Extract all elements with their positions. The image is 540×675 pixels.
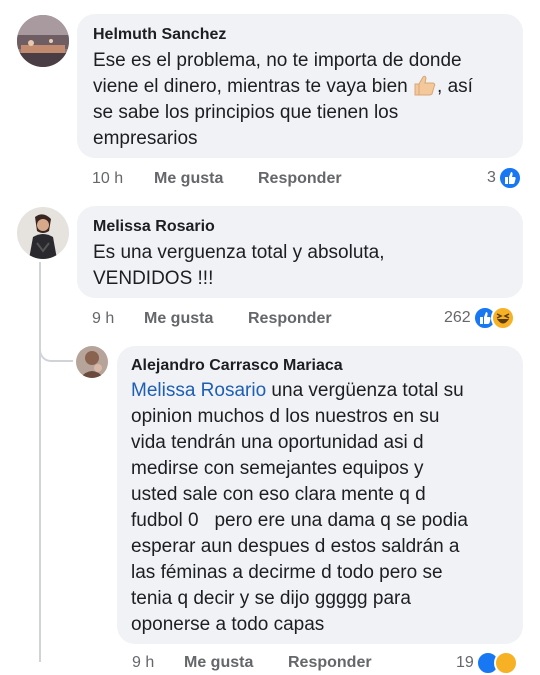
reaction-summary[interactable]: 3	[487, 166, 522, 190]
avatar[interactable]	[17, 207, 69, 259]
like-button[interactable]: Me gusta	[144, 310, 213, 328]
like-reaction-icon	[497, 166, 522, 190]
like-button[interactable]: Me gusta	[154, 170, 223, 188]
comment-time[interactable]: 9 h	[92, 310, 114, 328]
comment-text: Ese es el problema, no te importa de don…	[93, 50, 473, 149]
avatar[interactable]	[17, 15, 69, 67]
comment-bubble: Helmuth Sanchez Ese es el problema, no t…	[77, 14, 523, 158]
avatar[interactable]	[76, 346, 108, 378]
reaction-count: 3	[487, 169, 496, 186]
haha-reaction-icon	[493, 651, 518, 675]
reply-button[interactable]: Responder	[288, 654, 372, 672]
reply-button[interactable]: Responder	[258, 170, 342, 188]
comment-actions: 9 h Me gusta Responder	[92, 310, 392, 330]
reply-bubble: Alejandro Carrasco Mariaca Melissa Rosar…	[117, 346, 523, 644]
comment-actions: 10 h Me gusta Responder	[92, 170, 392, 190]
comment-time[interactable]: 10 h	[92, 170, 123, 188]
comment-text: Es una verguenza total y absoluta, VENDI…	[93, 242, 385, 289]
comment-bubble: Melissa Rosario Es una verguenza total y…	[77, 206, 523, 298]
comment-actions: 9 h Me gusta Responder	[132, 654, 432, 674]
reply-button[interactable]: Responder	[248, 310, 332, 328]
reaction-summary[interactable]: 19	[456, 651, 518, 675]
comment-author[interactable]: Alejandro Carrasco Mariaca	[131, 357, 509, 375]
comment-time[interactable]: 9 h	[132, 654, 154, 672]
thumbs-up-emoji	[414, 75, 436, 96]
reaction-count: 19	[456, 654, 474, 671]
reaction-summary[interactable]: 262	[444, 306, 515, 330]
comment-text: Melissa Rosario una vergüenza total su o…	[131, 380, 468, 635]
thread-line	[39, 262, 41, 662]
haha-reaction-icon	[490, 306, 515, 330]
reaction-count: 262	[444, 309, 471, 326]
comment-author[interactable]: Helmuth Sanchez	[93, 26, 507, 44]
thread-branch	[39, 340, 73, 362]
comment-author[interactable]: Melissa Rosario	[93, 218, 507, 236]
like-button[interactable]: Me gusta	[184, 654, 253, 672]
mention-link[interactable]: Melissa Rosario	[131, 380, 266, 401]
